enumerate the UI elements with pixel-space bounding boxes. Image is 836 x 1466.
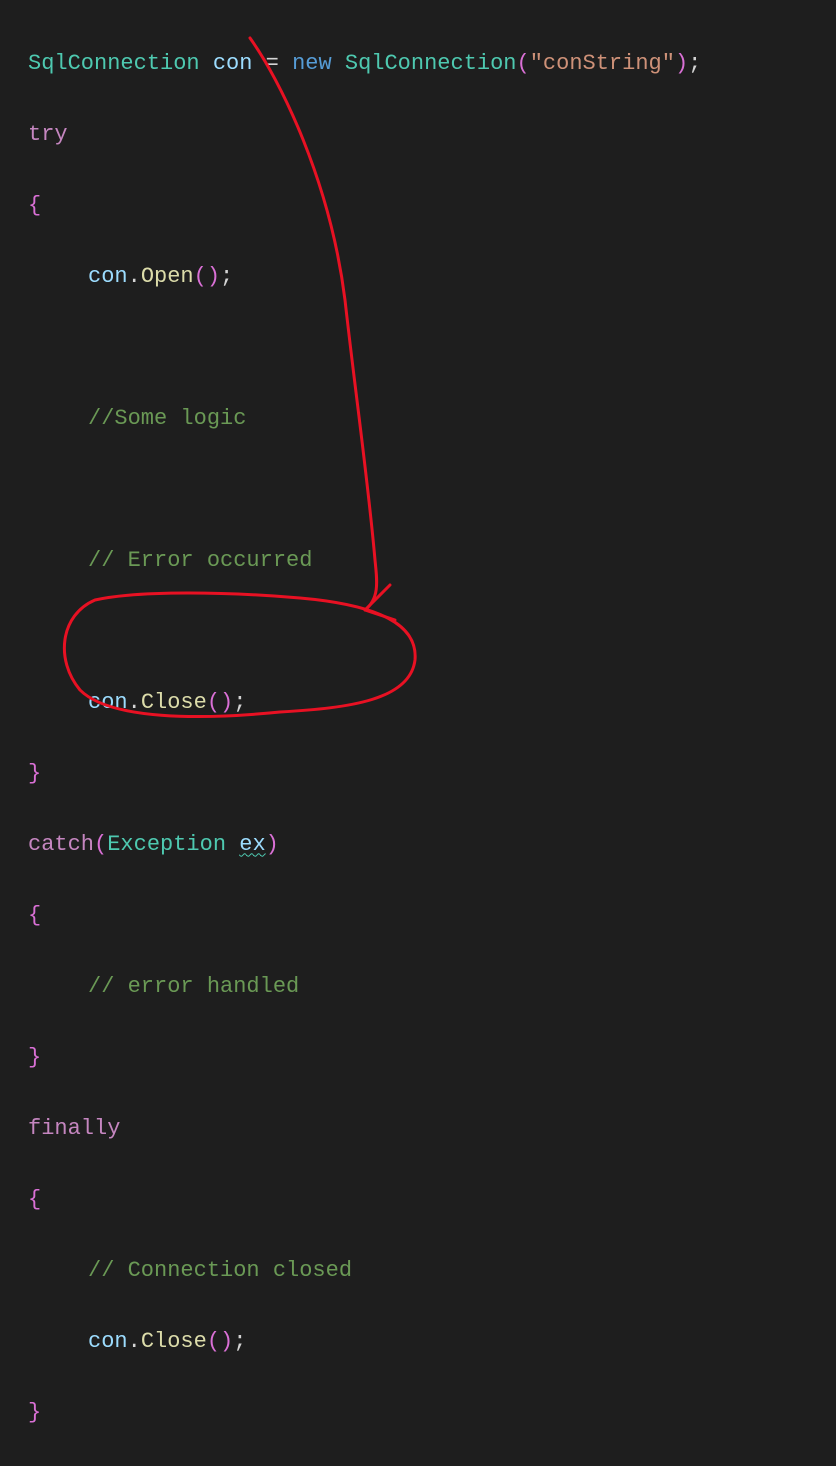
code-line: } bbox=[28, 1040, 836, 1076]
keyword-catch: catch bbox=[28, 832, 94, 857]
semicolon: ; bbox=[220, 264, 233, 289]
dot-token: . bbox=[128, 1329, 141, 1354]
keyword-finally: finally bbox=[28, 1116, 120, 1141]
code-line: SqlConnection con = new SqlConnection("c… bbox=[28, 46, 836, 82]
paren-open: ( bbox=[207, 1329, 220, 1354]
code-line: con.Close(); bbox=[28, 1324, 836, 1360]
code-line: } bbox=[28, 756, 836, 792]
paren-open: ( bbox=[517, 51, 530, 76]
paren-close: ) bbox=[675, 51, 688, 76]
variable-token: con bbox=[88, 1329, 128, 1354]
code-line: } bbox=[28, 1395, 836, 1431]
paren-close: ) bbox=[220, 1329, 233, 1354]
paren-close: ) bbox=[220, 690, 233, 715]
variable-token: con bbox=[88, 264, 128, 289]
comment-token: // Connection closed bbox=[88, 1258, 352, 1283]
semicolon: ; bbox=[688, 51, 701, 76]
code-line: try bbox=[28, 117, 836, 153]
variable-token-unused: ex bbox=[239, 832, 265, 857]
brace-open: { bbox=[28, 193, 41, 218]
code-block: SqlConnection con = new SqlConnection("c… bbox=[0, 0, 836, 1466]
code-line: // Error occurred bbox=[28, 543, 836, 579]
paren-open: ( bbox=[207, 690, 220, 715]
brace-close: } bbox=[28, 1045, 41, 1070]
keyword-new: new bbox=[292, 51, 332, 76]
comment-token: // Error occurred bbox=[88, 548, 312, 573]
variable-token: con bbox=[213, 51, 253, 76]
type-token: Exception bbox=[107, 832, 226, 857]
code-line: // Connection closed bbox=[28, 1253, 836, 1289]
code-line-blank bbox=[28, 330, 836, 366]
string-literal: "conString" bbox=[530, 51, 675, 76]
semicolon: ; bbox=[233, 1329, 246, 1354]
code-line: con.Open(); bbox=[28, 259, 836, 295]
code-line: finally bbox=[28, 1111, 836, 1147]
code-line: con.Close(); bbox=[28, 685, 836, 721]
paren-close: ) bbox=[207, 264, 220, 289]
comment-token: //Some logic bbox=[88, 406, 246, 431]
code-line-blank bbox=[28, 614, 836, 650]
paren-open: ( bbox=[194, 264, 207, 289]
method-call: Open bbox=[141, 264, 194, 289]
code-line: catch(Exception ex) bbox=[28, 827, 836, 863]
method-call: Close bbox=[141, 1329, 207, 1354]
code-line: // error handled bbox=[28, 969, 836, 1005]
brace-close: } bbox=[28, 1400, 41, 1425]
type-token: SqlConnection bbox=[28, 51, 200, 76]
semicolon: ; bbox=[233, 690, 246, 715]
brace-open: { bbox=[28, 1187, 41, 1212]
type-token: SqlConnection bbox=[345, 51, 517, 76]
code-line: //Some logic bbox=[28, 401, 836, 437]
code-line: { bbox=[28, 188, 836, 224]
dot-token: . bbox=[128, 690, 141, 715]
keyword-try: try bbox=[28, 122, 68, 147]
brace-open: { bbox=[28, 903, 41, 928]
paren-close: ) bbox=[266, 832, 279, 857]
brace-close: } bbox=[28, 761, 41, 786]
code-line: { bbox=[28, 1182, 836, 1218]
variable-token: con bbox=[88, 690, 128, 715]
code-line: { bbox=[28, 898, 836, 934]
dot-token: . bbox=[128, 264, 141, 289]
code-line-blank bbox=[28, 472, 836, 508]
paren-open: ( bbox=[94, 832, 107, 857]
operator-token: = bbox=[266, 51, 279, 76]
comment-token: // error handled bbox=[88, 974, 299, 999]
method-call: Close bbox=[141, 690, 207, 715]
